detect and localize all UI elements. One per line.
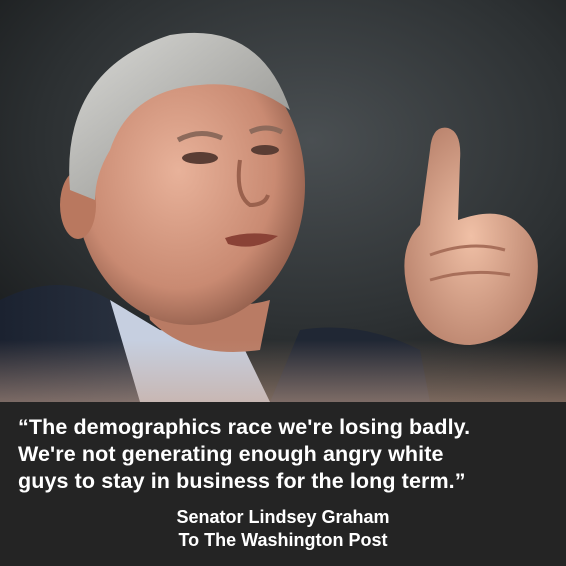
attribution-source: To The Washington Post <box>178 530 388 550</box>
attribution-name: Senator Lindsey Graham <box>176 507 390 527</box>
quote-text: “The demographics race we're losing badl… <box>18 414 558 495</box>
quote-line: “The demographics race we're losing badl… <box>18 415 471 439</box>
photo <box>0 0 566 402</box>
quote-line: guys to stay in business for the long te… <box>18 469 466 493</box>
image-frame: “The demographics race we're losing badl… <box>0 0 566 566</box>
caption-panel: “The demographics race we're losing badl… <box>0 402 566 566</box>
attribution: Senator Lindsey Graham To The Washington… <box>0 506 566 552</box>
photo-illustration <box>0 0 566 402</box>
quote-line: We're not generating enough angry white <box>18 442 444 466</box>
